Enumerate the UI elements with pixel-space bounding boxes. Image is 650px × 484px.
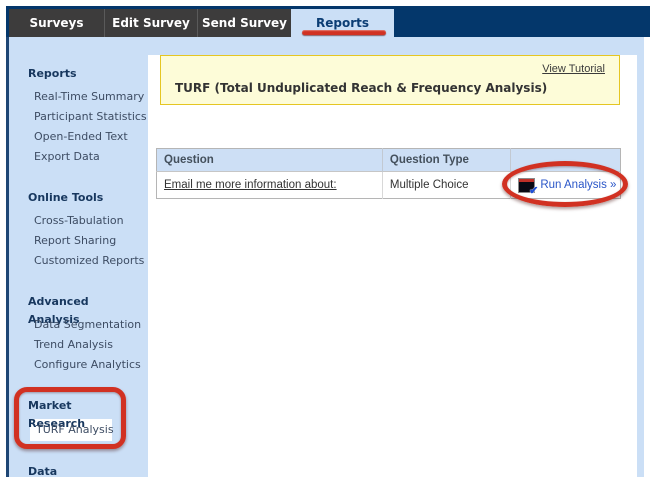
column-header-question-type: Question Type	[382, 149, 510, 172]
checkmark-icon: ✔	[529, 186, 538, 197]
sidebar-item-report-sharing[interactable]: Report Sharing	[28, 231, 132, 251]
sidebar-section-online-tools: Online Tools Cross-Tabulation Report Sha…	[28, 189, 132, 271]
column-header-action	[511, 149, 621, 172]
annotation-underline-reports	[302, 30, 386, 35]
sidebar-item-data-segmentation[interactable]: Data Segmentation	[28, 315, 132, 335]
main-panel: TURF (Total Unduplicated Reach & Frequen…	[148, 55, 637, 477]
run-analysis-icon-titlebar	[519, 179, 534, 182]
tab-reports-label: Reports	[316, 16, 369, 30]
sidebar-section-advanced-analysis: Advanced Analysis Data Segmentation Tren…	[28, 293, 132, 375]
tab-send-survey[interactable]: Send Survey	[197, 9, 291, 37]
sidebar-section-reports: Reports Real-Time Summary Participant St…	[28, 65, 132, 167]
table-header-row: Question Question Type	[157, 149, 621, 172]
app-window: Surveys Edit Survey Send Survey Reports …	[0, 0, 650, 484]
question-link[interactable]: Email me more information about:	[164, 179, 337, 191]
sidebar-item-participant-statistics[interactable]: Participant Statistics	[28, 107, 132, 127]
sidebar-item-configure-analytics[interactable]: Configure Analytics	[28, 355, 132, 375]
tab-surveys[interactable]: Surveys	[9, 9, 104, 37]
page-body: Reports Real-Time Summary Participant St…	[6, 37, 644, 477]
sidebar-title-reports: Reports	[28, 65, 132, 83]
sidebar-item-customized-reports[interactable]: Customized Reports	[28, 251, 132, 271]
column-header-question: Question	[157, 149, 383, 172]
sidebar-title-market-research: Market Research	[28, 397, 132, 415]
question-cell: Email me more information about:	[157, 172, 383, 199]
page-title: TURF (Total Unduplicated Reach & Frequen…	[175, 81, 547, 95]
sidebar-title-online-tools: Online Tools	[28, 189, 132, 207]
sidebar-item-cross-tabulation[interactable]: Cross-Tabulation	[28, 211, 132, 231]
sidebar-section-market-research: Market Research TURF Analysis	[28, 397, 132, 441]
question-type-cell: Multiple Choice	[382, 172, 510, 199]
action-cell: ✔ Run Analysis »	[511, 172, 621, 199]
sidebar-nav: Reports Real-Time Summary Participant St…	[9, 37, 148, 477]
sidebar-item-turf-analysis[interactable]: TURF Analysis	[30, 419, 112, 441]
question-table: Question Question Type Email me more inf…	[156, 148, 621, 199]
sidebar-item-export-data[interactable]: Export Data	[28, 147, 132, 167]
top-tab-bar: Surveys Edit Survey Send Survey Reports	[6, 6, 650, 37]
run-analysis-icon: ✔	[518, 178, 535, 193]
tab-edit-survey[interactable]: Edit Survey	[104, 9, 197, 37]
sidebar-item-real-time-summary[interactable]: Real-Time Summary	[28, 87, 132, 107]
sidebar-item-open-ended-text[interactable]: Open-Ended Text	[28, 127, 132, 147]
sidebar-item-trend-analysis[interactable]: Trend Analysis	[28, 335, 132, 355]
table-row: Email me more information about: Multipl…	[157, 172, 621, 199]
run-analysis-link[interactable]: Run Analysis »	[540, 179, 616, 191]
sidebar-title-advanced-analysis: Advanced Analysis	[28, 293, 132, 311]
tab-reports[interactable]: Reports	[291, 9, 394, 37]
sidebar-title-data-management: Data Management	[28, 463, 132, 481]
turf-header-box: TURF (Total Unduplicated Reach & Frequen…	[160, 55, 620, 105]
sidebar-section-data-management: Data Management	[28, 463, 132, 481]
view-tutorial-link[interactable]: View Tutorial	[542, 63, 605, 75]
